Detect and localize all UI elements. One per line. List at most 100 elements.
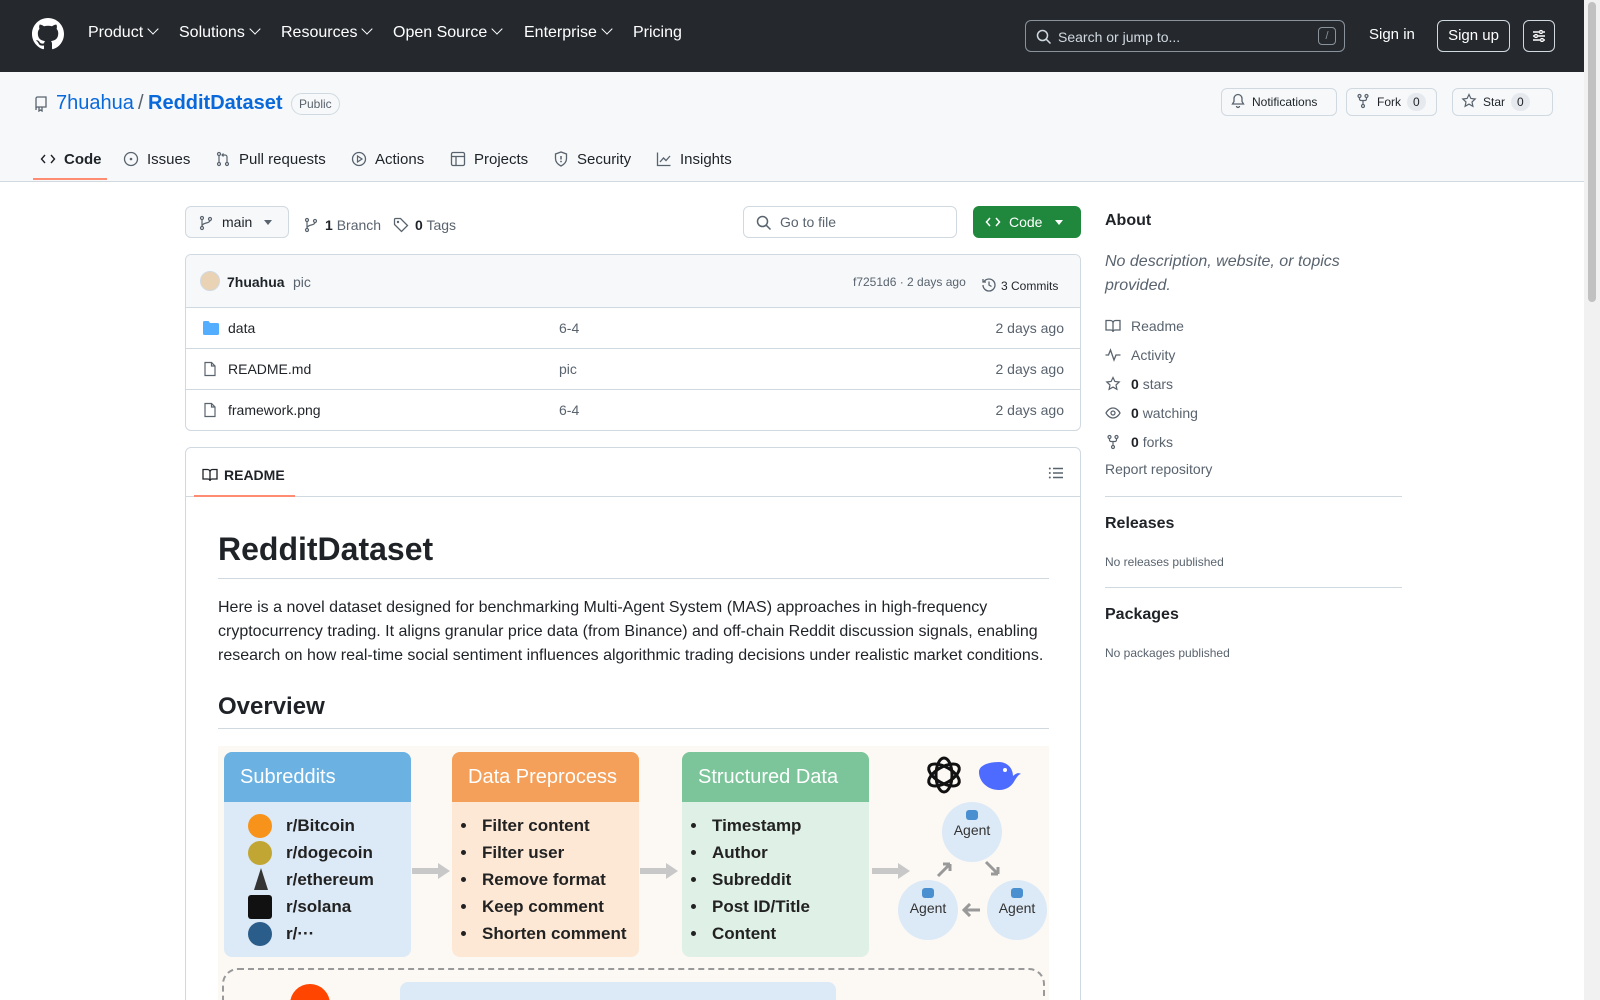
nav-solutions[interactable]: Solutions xyxy=(179,23,261,42)
commit-hash-time[interactable]: f7251d6 · 2 days ago xyxy=(853,275,966,289)
file-icon xyxy=(204,361,216,377)
fork-count: 0 xyxy=(1407,93,1426,111)
file-date: 2 days ago xyxy=(995,361,1065,377)
branch-select[interactable]: main xyxy=(185,206,289,238)
packages-heading[interactable]: Packages xyxy=(1105,606,1179,624)
report-repository-link[interactable]: Report repository xyxy=(1105,461,1212,477)
sign-in-link[interactable]: Sign in xyxy=(1369,26,1415,43)
book-icon xyxy=(1105,319,1121,333)
avatar[interactable] xyxy=(200,271,220,291)
code-icon xyxy=(985,217,1001,227)
about-description: No description, website, or topics provi… xyxy=(1105,253,1340,294)
tab-code[interactable]: Code xyxy=(40,148,102,168)
scrollbar-thumb[interactable] xyxy=(1588,2,1596,302)
tab-insights[interactable]: Insights xyxy=(656,148,732,168)
pulse-icon xyxy=(1105,348,1121,362)
scrollbar[interactable] xyxy=(1584,0,1600,1000)
repo-owner-link[interactable]: 7huahua xyxy=(56,92,134,115)
branch-label: Branch xyxy=(336,217,382,233)
star-label: Star xyxy=(1483,95,1506,109)
readme-panel: README RedditDataset Here is a novel dat… xyxy=(185,447,1081,1000)
outline-list-icon[interactable] xyxy=(1048,465,1064,481)
list-item: Keep comment xyxy=(452,893,639,920)
structured-data-list: Timestamp Author Subreddit Post ID/Title… xyxy=(682,802,869,947)
file-name[interactable]: data xyxy=(228,320,255,336)
fork-button[interactable]: Fork 0 xyxy=(1346,88,1437,116)
go-to-file-input[interactable]: Go to file xyxy=(743,206,957,238)
file-row[interactable]: framework.png 6-4 2 days ago xyxy=(186,390,1080,430)
nav-resources[interactable]: Resources xyxy=(281,23,374,42)
list-item: r/solana xyxy=(224,893,411,920)
tab-label: Projects xyxy=(474,151,529,168)
commit-author[interactable]: 7huahua xyxy=(227,274,285,290)
agent-label: Agent xyxy=(998,900,1036,916)
about-heading: About xyxy=(1105,212,1152,229)
file-commit-message[interactable]: 6-4 xyxy=(559,320,579,336)
issue-icon xyxy=(123,151,139,167)
forks-count: 0 xyxy=(1131,434,1139,450)
caret-down-icon xyxy=(264,220,272,225)
readme-tab[interactable]: README xyxy=(202,464,285,483)
github-logo-icon[interactable] xyxy=(32,18,64,50)
readme-link[interactable]: Readme xyxy=(1105,315,1184,334)
divider xyxy=(218,578,1049,579)
file-icon xyxy=(204,402,216,418)
tab-pull-requests[interactable]: Pull requests xyxy=(215,148,326,168)
file-date: 2 days ago xyxy=(995,320,1065,336)
arrow-right-icon xyxy=(872,863,910,879)
star-icon xyxy=(1461,93,1477,108)
stars-link[interactable]: 0 stars xyxy=(1105,373,1173,392)
tags-link[interactable]: 0 Tags xyxy=(393,214,456,233)
tab-issues[interactable]: Issues xyxy=(123,148,190,168)
file-commit-message[interactable]: pic xyxy=(559,361,577,377)
branches-link[interactable]: 1 Branch xyxy=(303,214,381,233)
tab-actions[interactable]: Actions xyxy=(351,148,424,168)
file-name[interactable]: README.md xyxy=(228,361,311,377)
commit-message[interactable]: pic xyxy=(293,274,311,290)
watching-link[interactable]: 0 watching xyxy=(1105,402,1198,421)
shield-icon xyxy=(554,151,568,167)
list-item: Shorten comment xyxy=(452,920,639,947)
commits-link[interactable]: 3 Commits xyxy=(981,274,1058,293)
star-button[interactable]: Star 0 xyxy=(1452,88,1553,116)
file-list: 7huahua pic f7251d6 · 2 days ago 3 Commi… xyxy=(185,254,1081,431)
tab-label: Insights xyxy=(680,151,732,168)
file-row[interactable]: data 6-4 2 days ago xyxy=(186,308,1080,349)
tab-label: Actions xyxy=(375,151,425,168)
nav-open-source[interactable]: Open Source xyxy=(393,23,503,42)
list-item: Content xyxy=(682,920,869,947)
file-row[interactable]: README.md pic 2 days ago xyxy=(186,349,1080,390)
divider xyxy=(1105,496,1402,497)
visibility-badge: Public xyxy=(291,93,340,115)
preprocess-card: Data Preprocess Filter content Filter us… xyxy=(452,752,639,957)
nav-product[interactable]: Product xyxy=(88,23,159,42)
nav-pricing[interactable]: Pricing xyxy=(633,24,682,42)
code-icon xyxy=(40,154,56,164)
sign-up-button[interactable]: Sign up xyxy=(1437,20,1510,52)
path-separator: / xyxy=(138,92,144,114)
code-button-label: Code xyxy=(1009,214,1043,230)
activity-link[interactable]: Activity xyxy=(1105,344,1175,363)
search-input[interactable]: Search or jump to... / xyxy=(1025,20,1345,52)
repo-name-link[interactable]: RedditDataset xyxy=(148,92,282,115)
file-commit-message[interactable]: 6-4 xyxy=(559,402,579,418)
stars-label: stars xyxy=(1142,376,1174,392)
structured-data-title: Structured Data xyxy=(682,752,869,802)
list-item: Filter user xyxy=(452,839,639,866)
code-dropdown-button[interactable]: Code xyxy=(973,206,1081,238)
tab-projects[interactable]: Projects xyxy=(450,148,528,168)
search-placeholder: Search or jump to... xyxy=(1058,29,1181,45)
releases-heading[interactable]: Releases xyxy=(1105,515,1174,533)
search-shortcut-key: / xyxy=(1318,27,1336,45)
subreddit-label: r/ethereum xyxy=(286,870,374,889)
menu-button[interactable] xyxy=(1523,20,1555,52)
nav-enterprise[interactable]: Enterprise xyxy=(524,23,613,42)
list-item: Remove format xyxy=(452,866,639,893)
repo-icon xyxy=(35,96,47,112)
forks-link[interactable]: 0 forks xyxy=(1105,431,1173,450)
tab-security[interactable]: Security xyxy=(553,148,631,168)
framework-figure: Subreddits r/Bitcoin r/dogecoin r/ethere… xyxy=(218,746,1049,1000)
file-name[interactable]: framework.png xyxy=(228,402,321,418)
agent-node: Agent xyxy=(942,802,1002,862)
notifications-button[interactable]: Notifications xyxy=(1221,88,1337,116)
